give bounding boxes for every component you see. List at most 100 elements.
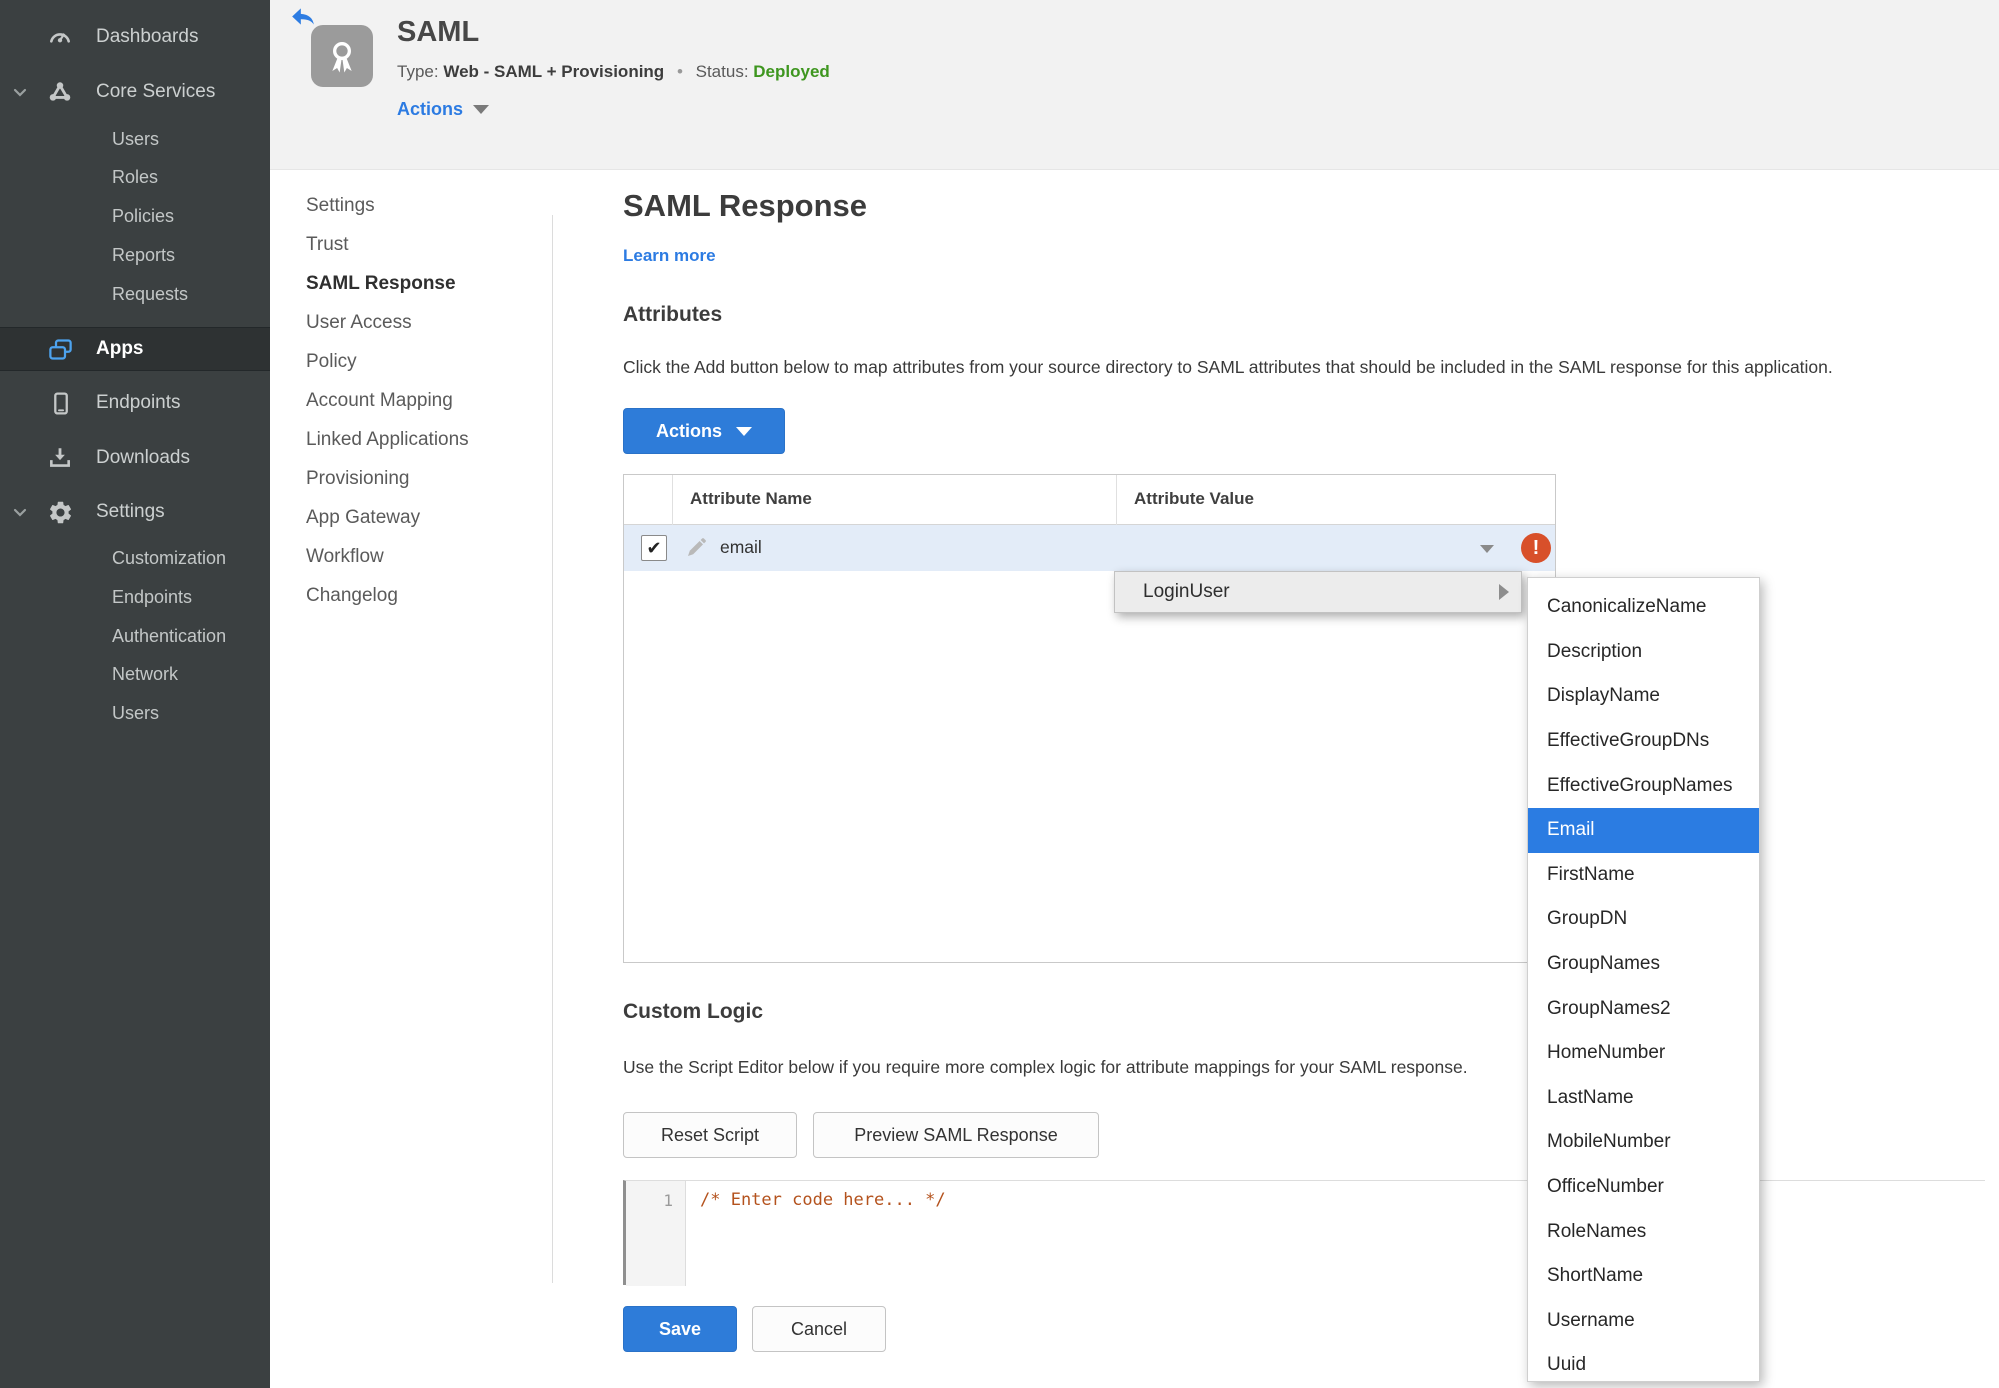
submenu-item-canonicalizename[interactable]: CanonicalizeName [1528, 585, 1759, 630]
attribute-name-cell: email [720, 537, 762, 557]
sidebar-item-dashboards[interactable]: Dashboards [0, 16, 270, 58]
status-label: Status: [695, 62, 749, 81]
sidebar-item-users[interactable]: Users [0, 118, 270, 160]
script-editor[interactable]: 1 /* Enter code here... */ [623, 1180, 1985, 1286]
tab-policy[interactable]: Policy [306, 342, 469, 381]
mobile-device-icon [46, 389, 74, 417]
submenu-item-groupdn[interactable]: GroupDN [1528, 897, 1759, 942]
cancel-button-label: Cancel [790, 1318, 848, 1339]
sidebar: Dashboards Core Services Users Roles Pol… [0, 0, 270, 1388]
submenu-item-username[interactable]: Username [1528, 1299, 1759, 1344]
meta-separator: • [676, 62, 683, 81]
attribute-value-dropdown[interactable] [1116, 525, 1504, 571]
sidebar-item-label: Apps [96, 338, 144, 359]
column-header-attribute-value: Attribute Value [1134, 489, 1254, 508]
sidebar-item-requests[interactable]: Requests [0, 273, 270, 315]
submenu-item-effectivegroupdns[interactable]: EffectiveGroupDNs [1528, 719, 1759, 764]
tab-provisioning[interactable]: Provisioning [306, 459, 469, 498]
chevron-down-icon [473, 105, 490, 114]
back-arrow-icon[interactable] [290, 5, 316, 27]
submenu-item-lastname[interactable]: LastName [1528, 1076, 1759, 1121]
attributes-table: Attribute Name Attribute Value email [623, 474, 1556, 963]
sidebar-item-authentication[interactable]: Authentication [0, 615, 270, 657]
submenu-item-shortname[interactable]: ShortName [1528, 1254, 1759, 1299]
tab-workflow[interactable]: Workflow [306, 537, 469, 576]
header-actions-label: Actions [397, 99, 464, 119]
submenu-item-effectivegroupnames[interactable]: EffectiveGroupNames [1528, 763, 1759, 808]
dropdown-caret-icon [1480, 545, 1494, 553]
tab-trust[interactable]: Trust [306, 225, 469, 264]
save-button[interactable]: Save [623, 1306, 737, 1352]
sidebar-item-settings[interactable]: Settings [0, 491, 270, 533]
gauge-icon [46, 23, 74, 51]
sidebar-item-core-services[interactable]: Core Services [0, 71, 270, 113]
code-line[interactable]: /* Enter code here... */ [700, 1190, 946, 1210]
sidebar-item-endpoints-settings[interactable]: Endpoints [0, 576, 270, 618]
value-dropdown-menu-loginuser[interactable]: LoginUser [1114, 571, 1522, 613]
tab-user-access[interactable]: User Access [306, 303, 469, 342]
save-button-label: Save [658, 1318, 702, 1339]
sidebar-item-endpoints[interactable]: Endpoints [0, 382, 270, 424]
submenu-item-officenumber[interactable]: OfficeNumber [1528, 1165, 1759, 1210]
menu-item-label: LoginUser [1143, 581, 1230, 602]
gear-icon [46, 498, 74, 526]
type-value: Web - SAML + Provisioning [443, 62, 665, 81]
submenu-item-firstname[interactable]: FirstName [1528, 853, 1759, 898]
chevron-down-icon [736, 426, 752, 436]
tab-linked-applications[interactable]: Linked Applications [306, 420, 469, 459]
custom-logic-description: Use the Script Editor below if you requi… [623, 1057, 1468, 1077]
sidebar-item-label: Network [112, 663, 179, 684]
tab-changelog[interactable]: Changelog [306, 576, 469, 615]
sidebar-item-policies[interactable]: Policies [0, 195, 270, 237]
app-meta-line: Type: Web - SAML + Provisioning • Status… [397, 62, 830, 82]
app-header: SAML Type: Web - SAML + Provisioning • S… [270, 0, 1999, 170]
sidebar-item-network[interactable]: Network [0, 653, 270, 695]
tab-app-gateway[interactable]: App Gateway [306, 498, 469, 537]
custom-logic-heading: Custom Logic [623, 1000, 763, 1023]
submenu-item-displayname[interactable]: DisplayName [1528, 674, 1759, 719]
sidebar-item-label: Roles [112, 166, 159, 187]
submenu-item-groupnames[interactable]: GroupNames [1528, 942, 1759, 987]
sidebar-item-label: Settings [96, 501, 165, 522]
content-divider [552, 215, 553, 1283]
error-badge-icon [1521, 533, 1551, 563]
attributes-description: Click the Add button below to map attrib… [623, 357, 1833, 377]
cancel-button[interactable]: Cancel [752, 1306, 886, 1352]
chevron-down-icon[interactable] [12, 84, 28, 100]
tab-account-mapping[interactable]: Account Mapping [306, 381, 469, 420]
submenu-item-homenumber[interactable]: HomeNumber [1528, 1031, 1759, 1076]
tab-saml-response[interactable]: SAML Response [306, 264, 469, 303]
sidebar-item-customization[interactable]: Customization [0, 537, 270, 579]
attributes-actions-button[interactable]: Actions [623, 408, 785, 454]
sidebar-item-label: Policies [112, 205, 175, 226]
sidebar-item-label: Customization [112, 547, 227, 568]
submenu-item-groupnames2[interactable]: GroupNames2 [1528, 986, 1759, 1031]
table-row[interactable]: email [624, 525, 1555, 571]
submenu-item-description[interactable]: Description [1528, 630, 1759, 675]
sidebar-item-users-settings[interactable]: Users [0, 692, 270, 734]
sidebar-item-apps[interactable]: Apps [0, 327, 270, 371]
sidebar-item-roles[interactable]: Roles [0, 156, 270, 198]
page-title: SAML Response [623, 188, 868, 223]
tab-settings[interactable]: Settings [306, 186, 469, 225]
header-actions-menu[interactable]: Actions [397, 99, 490, 120]
apps-icon [46, 335, 74, 363]
app-badge-ribbon-icon [311, 25, 373, 87]
sidebar-item-label: Endpoints [96, 392, 181, 413]
learn-more-link[interactable]: Learn more [623, 246, 716, 266]
submenu-item-uuid[interactable]: Uuid [1528, 1343, 1759, 1381]
loginuser-submenu: CanonicalizeName Description DisplayName… [1527, 577, 1760, 1382]
chevron-down-icon[interactable] [12, 504, 28, 520]
reset-script-button[interactable]: Reset Script [623, 1112, 797, 1158]
line-number: 1 [663, 1191, 673, 1210]
row-checkbox[interactable] [641, 535, 667, 561]
submenu-item-rolenames[interactable]: RoleNames [1528, 1209, 1759, 1254]
table-header: Attribute Name Attribute Value [624, 475, 1555, 525]
edit-pencil-icon[interactable] [684, 536, 708, 560]
submenu-item-mobilenumber[interactable]: MobileNumber [1528, 1120, 1759, 1165]
sidebar-item-label: Authentication [112, 625, 227, 646]
sidebar-item-reports[interactable]: Reports [0, 234, 270, 276]
sidebar-item-downloads[interactable]: Downloads [0, 437, 270, 479]
preview-saml-response-button[interactable]: Preview SAML Response [813, 1112, 1099, 1158]
submenu-item-email[interactable]: Email [1528, 807, 1759, 853]
